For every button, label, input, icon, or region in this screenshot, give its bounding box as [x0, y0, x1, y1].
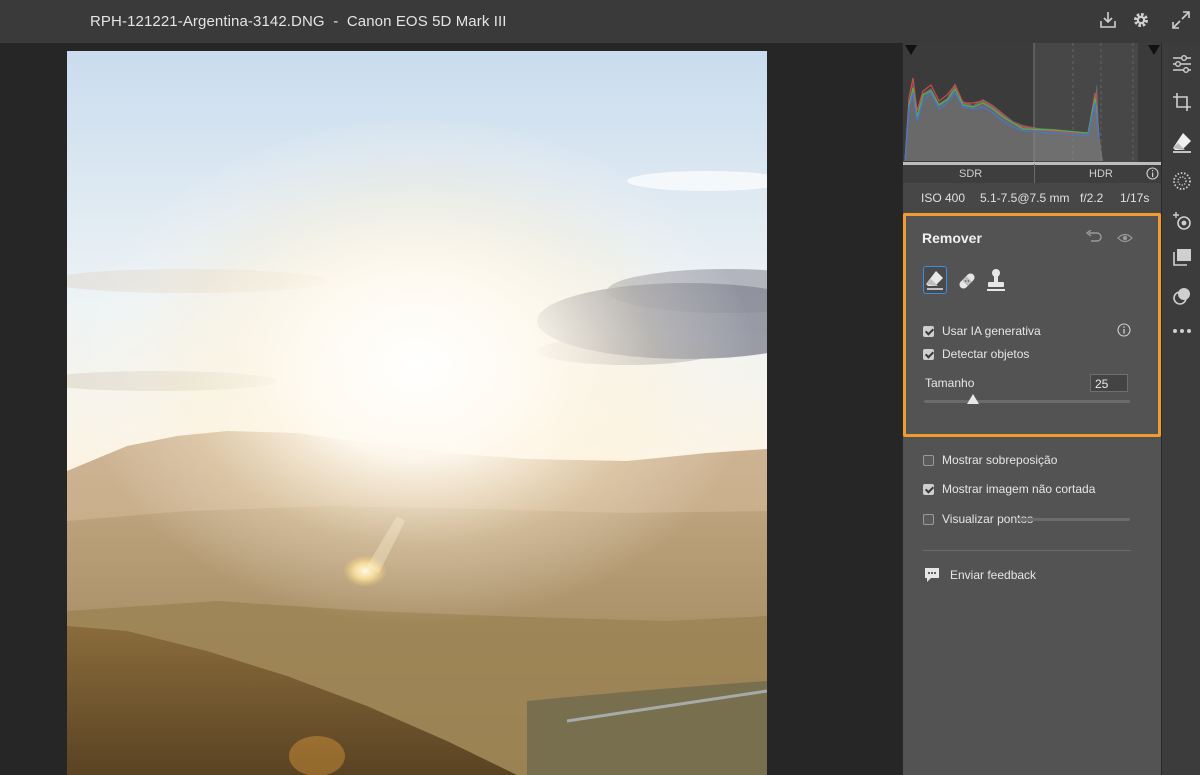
feedback-icon [925, 568, 939, 582]
send-feedback-link[interactable]: Enviar feedback [923, 565, 1036, 585]
size-label: Tamanho [925, 376, 975, 390]
eraser-tool-button[interactable] [923, 266, 947, 294]
visibility-eye-icon[interactable] [1117, 232, 1133, 244]
crop-icon[interactable] [1171, 91, 1193, 113]
eraser-icon[interactable] [1171, 131, 1193, 153]
remover-title: Remover [922, 230, 982, 246]
checkbox-box[interactable] [923, 483, 934, 495]
size-input[interactable]: 25 [1090, 374, 1128, 392]
edit-panel: SDR HDR ISO 400 5.1-7.5@7.5 mm f/2.2 1/1… [902, 43, 1162, 775]
sdr-label: SDR [959, 168, 983, 180]
landscape-photo [67, 51, 767, 775]
visualize-spots-slider[interactable] [1017, 518, 1130, 521]
title-bar: RPH-121221-Argentina-3142.DNG - Canon EO… [0, 0, 1200, 44]
info-icon[interactable] [1146, 167, 1159, 180]
show-overlay-checkbox[interactable]: Mostrar sobreposição [923, 451, 1057, 469]
export-icon[interactable] [1097, 9, 1119, 31]
show-uncropped-label: Mostrar imagem não cortada [942, 482, 1096, 496]
use-generative-ai-label: Usar IA generativa [942, 324, 1041, 338]
camera-info-bar: ISO 400 5.1-7.5@7.5 mm f/2.2 1/17s [903, 183, 1162, 213]
show-uncropped-checkbox[interactable]: Mostrar imagem não cortada [923, 480, 1095, 498]
more-icon[interactable] [1171, 326, 1193, 336]
clone-stamp-icon[interactable] [985, 268, 1007, 292]
checkbox-box[interactable] [923, 513, 934, 525]
gear-icon[interactable] [1130, 9, 1152, 31]
show-overlay-label: Mostrar sobreposição [942, 453, 1058, 467]
divider [923, 550, 1131, 551]
checkbox-box[interactable] [923, 325, 934, 337]
bandage-icon[interactable] [956, 270, 978, 292]
tool-strip [1161, 43, 1200, 775]
lens-value: 5.1-7.5@7.5 mm [980, 191, 1070, 205]
eraser-icon [926, 271, 943, 290]
send-feedback-label: Enviar feedback [950, 568, 1037, 582]
use-generative-ai-checkbox[interactable]: Usar IA generativa [923, 322, 1041, 340]
shutter-value: 1/17s [1120, 191, 1150, 205]
fullscreen-icon[interactable] [1170, 9, 1192, 31]
aperture-value: f/2.2 [1080, 191, 1104, 205]
iso-value: ISO 400 [921, 191, 966, 205]
detect-objects-checkbox[interactable]: Detectar objetos [923, 345, 1029, 363]
size-slider-track[interactable] [924, 400, 1130, 403]
histogram-range-bar: SDR HDR [903, 162, 1162, 184]
redeye-icon[interactable] [1171, 210, 1193, 232]
checkbox-box[interactable] [923, 348, 934, 360]
info-icon[interactable] [1117, 323, 1131, 337]
hdr-label: HDR [1089, 168, 1113, 180]
checkbox-box[interactable] [923, 454, 934, 466]
window-title: RPH-121221-Argentina-3142.DNG - Canon EO… [90, 13, 507, 30]
histogram: SDR HDR [903, 43, 1162, 184]
size-slider-thumb[interactable] [967, 394, 980, 404]
detect-objects-label: Detectar objetos [942, 347, 1030, 361]
presets-icon[interactable] [1171, 247, 1193, 269]
masking-icon[interactable] [1171, 170, 1193, 192]
layers-icon[interactable] [1171, 285, 1193, 307]
reset-icon[interactable] [1086, 230, 1102, 244]
sliders-icon[interactable] [1171, 53, 1193, 75]
photo-canvas[interactable] [0, 43, 902, 775]
remover-section: Remover Usar IA generativa Detectar obje… [903, 213, 1161, 437]
